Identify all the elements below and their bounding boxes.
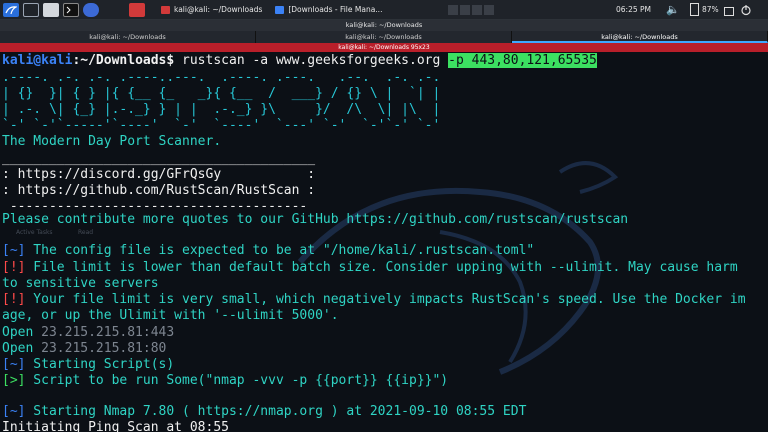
battery-percent: 87%	[702, 5, 719, 14]
output-line-scripts: [~] Starting Script(s)	[2, 357, 174, 373]
ascii-banner-line: .----. .-. .-. .----..---. .----. .---. …	[2, 70, 441, 85]
github-link: : https://github.com/RustScan/RustScan :	[2, 183, 316, 198]
taskbar-label: [Downloads - File Mana...	[288, 5, 383, 14]
open-address: 23.215.215.81:443	[41, 325, 175, 340]
clock[interactable]: 06:25 PM	[616, 2, 651, 17]
taskbar-label: kali@kali: ~/Downloads	[174, 5, 263, 14]
file-manager-icon[interactable]	[43, 2, 59, 17]
show-desktop-icon[interactable]	[23, 2, 39, 17]
separator: ________________________________________	[2, 151, 316, 166]
prompt-user: kali@kali	[2, 53, 73, 68]
output-line-nmap: [~] Starting Nmap 7.80 ( https://nmap.or…	[2, 404, 526, 420]
open-port-line: Open 23.215.215.81:443	[2, 325, 174, 341]
command-line: kali@kali:~/Downloads$ rustscan -a www.g…	[2, 53, 597, 69]
terminal-launcher-icon[interactable]	[63, 2, 79, 17]
open-label: Open	[2, 325, 42, 340]
info-tag: [~]	[2, 243, 26, 258]
output-line-config: [~] The config file is expected to be at…	[2, 243, 534, 259]
terminal-size-bar: kali@kali: ~/Downloads 95x23	[0, 43, 768, 52]
output-text: Starting Nmap 7.80 ( https://nmap.org ) …	[25, 404, 527, 419]
tab-bar: kali@kali: ~/Downloads kali@kali: ~/Down…	[0, 31, 768, 43]
command-text: rustscan -a www.geeksforgeeks.org	[174, 53, 449, 68]
info-tag: [~]	[2, 404, 26, 419]
output-line-ping: Initiating Ping Scan at 08:55	[2, 420, 229, 432]
output-text: The config file is expected to be at "/h…	[25, 243, 535, 258]
run-tag: [>]	[2, 373, 26, 388]
kali-menu-icon[interactable]	[3, 2, 19, 17]
window-title: kali@kali: ~/Downloads	[0, 20, 768, 31]
lock-icon[interactable]	[724, 2, 734, 17]
warning-tag: [!]	[2, 260, 26, 275]
warning-tag: [!]	[2, 292, 26, 307]
workspace-switcher[interactable]	[448, 2, 494, 17]
open-address: 23.215.215.81:80	[41, 341, 167, 356]
terminal-output[interactable]: Active Tasks Read kali@kali:~/Downloads$…	[0, 52, 768, 432]
info-tag: [~]	[2, 357, 26, 372]
ascii-banner-line: | {} }| { } |{ {__ {_ _}{ {__ / ___} / {…	[2, 86, 441, 101]
terminal-task-icon	[161, 5, 170, 14]
open-port-line: Open 23.215.215.81:80	[2, 341, 166, 357]
top-panel: kali@kali: ~/Downloads [Downloads - File…	[0, 0, 768, 20]
ascii-banner-line: `-' `-'`-----'`----' `-' `----' `---' `-…	[2, 118, 441, 133]
battery-icon[interactable]	[690, 2, 699, 17]
clock-time: 06:25 PM	[616, 5, 651, 14]
output-text: File limit is lower than default batch s…	[25, 260, 738, 275]
output-text: age, or up the Ulimit with '--ulimit 500…	[2, 308, 339, 323]
taskbar-item-terminal[interactable]: kali@kali: ~/Downloads	[157, 2, 266, 17]
command-flag-highlight: -p 443,80,121,65535	[448, 53, 597, 68]
output-text: to sensitive servers	[2, 276, 159, 291]
output-text: Script to be run Some("nmap -vvv -p {{po…	[25, 373, 449, 388]
output-line-file-limit: [!] File limit is lower than default bat…	[2, 260, 738, 276]
red-app-icon[interactable]	[129, 2, 145, 17]
output-line-script-run: [>] Script to be run Some("nmap -vvv -p …	[2, 373, 448, 389]
output-text: Your file limit is very small, which neg…	[25, 292, 746, 307]
taskbar-item-file-manager[interactable]: [Downloads - File Mana...	[271, 2, 386, 17]
tab-3[interactable]: kali@kali: ~/Downloads	[512, 31, 768, 43]
contribute-line: Please contribute more quotes to our Git…	[2, 212, 629, 227]
folder-task-icon	[275, 5, 285, 14]
ascii-banner-line: | .-. \| {_} |.-._} } | | .-._} }\ }/ /\…	[2, 102, 441, 117]
prompt-path: :~/Downloads$	[72, 53, 175, 68]
output-line-ulimit: [!] Your file limit is very small, which…	[2, 292, 746, 308]
power-icon[interactable]	[740, 2, 752, 17]
tab-2[interactable]: kali@kali: ~/Downloads	[256, 31, 512, 43]
volume-icon[interactable]: 🔈	[666, 2, 680, 17]
output-text: Starting Script(s)	[25, 357, 175, 372]
tagline: The Modern Day Port Scanner.	[2, 134, 222, 149]
tab-1[interactable]: kali@kali: ~/Downloads	[0, 31, 256, 43]
browser-icon[interactable]	[83, 2, 99, 17]
discord-link: : https://discord.gg/GFrQsGy :	[2, 167, 316, 182]
open-label: Open	[2, 341, 42, 356]
